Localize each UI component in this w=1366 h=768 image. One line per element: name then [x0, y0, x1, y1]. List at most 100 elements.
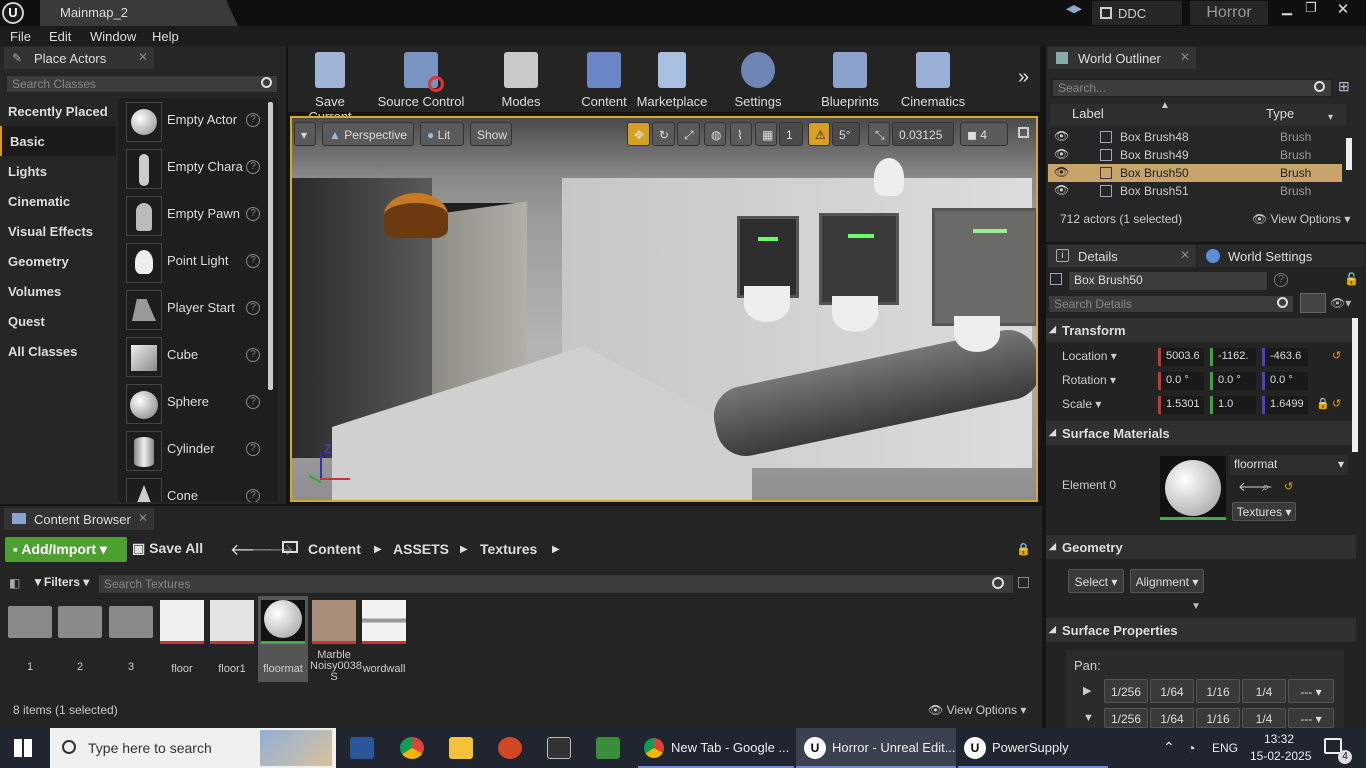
decal-sphere-icon[interactable]	[744, 286, 790, 322]
actor-empty-pawn[interactable]: Empty Pawn?	[122, 194, 264, 238]
content-view-options-button[interactable]: 👁 View Options ▾	[928, 703, 1026, 717]
grid-snap-value[interactable]: 1	[779, 122, 803, 146]
location-label[interactable]: Location ▾	[1062, 349, 1117, 363]
toolbar-overflow-icon[interactable]: »	[1018, 66, 1029, 89]
minecraft-icon[interactable]	[596, 737, 620, 759]
lock-icon[interactable]: 🔒	[1016, 542, 1031, 556]
asset-texture[interactable]: floor1	[208, 598, 256, 675]
help-icon[interactable]: ?	[246, 442, 260, 456]
scale-z-field[interactable]: 1.6499	[1262, 396, 1308, 414]
column-label-header[interactable]: Label	[1072, 106, 1104, 121]
category-geometry[interactable]: Geometry	[0, 246, 116, 276]
add-actor-icon[interactable]: ⊞	[1338, 78, 1350, 95]
menu-help[interactable]: Help	[152, 29, 179, 44]
help-icon[interactable]: ?	[1274, 273, 1288, 287]
powerpoint-icon[interactable]	[498, 737, 522, 759]
save-current-button[interactable]: Save Current	[292, 48, 368, 124]
scale-lock-icon[interactable]: 🔒	[1316, 397, 1330, 410]
outliner-row[interactable]: 👁 Box Brush48 Brush	[1048, 128, 1348, 146]
taskbar-unreal-window[interactable]: U Horror - Unreal Edit...	[796, 728, 956, 768]
show-button[interactable]: Show	[470, 122, 512, 146]
save-all-button[interactable]: ▣ Save All	[132, 540, 203, 557]
pan-v-more-dropdown[interactable]: --- ▾	[1288, 708, 1334, 728]
category-quest[interactable]: Quest	[0, 306, 116, 336]
content-browser-tab[interactable]: Content Browser ✕	[4, 508, 154, 530]
world-local-icon[interactable]: ◍	[704, 122, 726, 146]
place-actors-tab[interactable]: ✎ Place Actors ✕	[4, 47, 154, 69]
maximize-button[interactable]: ❐	[1298, 0, 1324, 18]
modes-button[interactable]: Modes	[496, 48, 546, 110]
asset-texture[interactable]: floor	[158, 598, 206, 675]
camera-speed-button[interactable]: ◼ 4	[960, 122, 1008, 146]
column-type-header[interactable]: Type	[1266, 106, 1294, 121]
category-basic[interactable]: Basic	[0, 126, 116, 156]
taskbar-search-box[interactable]: Type here to search	[50, 728, 336, 768]
breadcrumb-textures[interactable]: Textures	[480, 541, 537, 557]
search-icon[interactable]	[992, 577, 1004, 589]
taskbar-powersupply-window[interactable]: U PowerSupply	[958, 728, 1108, 768]
asset-folder[interactable]: 2	[56, 598, 104, 673]
details-scrollbar[interactable]	[1352, 318, 1358, 452]
breadcrumb-content[interactable]: Content	[308, 541, 361, 557]
close-tab-icon[interactable]: ✕	[138, 511, 148, 525]
maximize-viewport-icon[interactable]	[1018, 127, 1029, 138]
rotation-label[interactable]: Rotation ▾	[1062, 373, 1116, 387]
snipping-tool-icon[interactable]	[547, 737, 571, 759]
menu-file[interactable]: File	[10, 29, 31, 44]
perspective-button[interactable]: ▲ Perspective	[322, 122, 414, 146]
surface-properties-section[interactable]: ◢ Surface Properties	[1046, 618, 1356, 642]
map-tab[interactable]: Mainmap_2	[40, 0, 238, 26]
actor-sphere[interactable]: Sphere?	[122, 382, 264, 426]
breadcrumb-separator-icon[interactable]: ▶	[374, 544, 382, 555]
reset-scale-icon[interactable]: ↺	[1332, 397, 1341, 410]
actor-cylinder[interactable]: Cylinder?	[122, 429, 264, 473]
breadcrumb-separator-icon[interactable]: ▶	[460, 544, 468, 555]
pan-v-1-64-button[interactable]: 1/64	[1150, 708, 1194, 728]
category-all-classes[interactable]: All Classes	[0, 336, 116, 366]
category-visual-effects[interactable]: Visual Effects	[0, 216, 116, 246]
location-x-field[interactable]: 5003.6	[1158, 348, 1204, 366]
light-actor-icon[interactable]	[874, 158, 904, 196]
location-y-field[interactable]: -1162.	[1210, 348, 1256, 366]
visibility-eye-icon[interactable]: 👁	[1054, 129, 1069, 143]
add-import-button[interactable]: ▪ Add/Import ▾	[5, 537, 127, 562]
decal-sphere-icon[interactable]	[954, 316, 1000, 352]
reset-location-icon[interactable]: ↺	[1332, 349, 1341, 362]
outliner-view-options-button[interactable]: 👁 View Options ▾	[1252, 212, 1350, 226]
help-icon[interactable]: ?	[246, 395, 260, 409]
marketplace-button[interactable]: Marketplace	[634, 48, 710, 110]
word-icon[interactable]	[350, 737, 374, 759]
close-tab-icon[interactable]: ✕	[138, 50, 148, 64]
rotate-mode-icon[interactable]: ↻	[652, 122, 675, 146]
outliner-scrollbar[interactable]	[1346, 138, 1352, 170]
pan-u-1-4-button[interactable]: 1/4	[1242, 679, 1286, 703]
pan-v-1-16-button[interactable]: 1/16	[1196, 708, 1240, 728]
search-details-input[interactable]: Search Details	[1048, 295, 1294, 313]
cinematics-button[interactable]: Cinematics	[900, 48, 966, 110]
object-name-input[interactable]: Box Brush50	[1068, 271, 1268, 291]
close-button[interactable]: ✕	[1328, 0, 1358, 18]
chrome-icon[interactable]	[400, 737, 424, 759]
details-tab[interactable]: i Details ✕	[1048, 245, 1196, 267]
browse-search-icon[interactable]: ⌕	[1262, 479, 1269, 495]
scale-label[interactable]: Scale ▾	[1062, 397, 1101, 411]
material-dropdown[interactable]: floormat ▾	[1230, 455, 1348, 475]
outliner-row[interactable]: 👁 Box Brush49 Brush	[1048, 146, 1348, 164]
menu-window[interactable]: Window	[90, 29, 136, 44]
asset-folder[interactable]: 3	[107, 598, 155, 673]
pan-u-1-16-button[interactable]: 1/16	[1196, 679, 1240, 703]
rotation-y-field[interactable]: 0.0 °	[1210, 372, 1256, 390]
scale-mode-icon[interactable]: ⤢	[677, 122, 700, 146]
scale-snap-value[interactable]: 0.03125	[892, 122, 954, 146]
asset-texture[interactable]: wordwall	[360, 598, 408, 675]
textures-button[interactable]: Textures ▾	[1232, 502, 1296, 521]
actor-empty-character[interactable]: Empty Chara?	[122, 147, 264, 191]
help-icon[interactable]: ?	[246, 113, 260, 127]
sources-toggle-icon[interactable]: ◧	[9, 576, 20, 590]
actor-cone[interactable]: Cone?	[122, 476, 264, 502]
outliner-search-input[interactable]: Search...	[1052, 79, 1332, 97]
show-hidden-icons-icon[interactable]: ⌃	[1163, 739, 1175, 756]
actor-empty-actor[interactable]: Empty Actor?	[122, 100, 264, 144]
world-outliner-tab[interactable]: World Outliner ✕	[1048, 47, 1196, 69]
breadcrumb-separator-icon[interactable]: ▶	[552, 544, 560, 555]
